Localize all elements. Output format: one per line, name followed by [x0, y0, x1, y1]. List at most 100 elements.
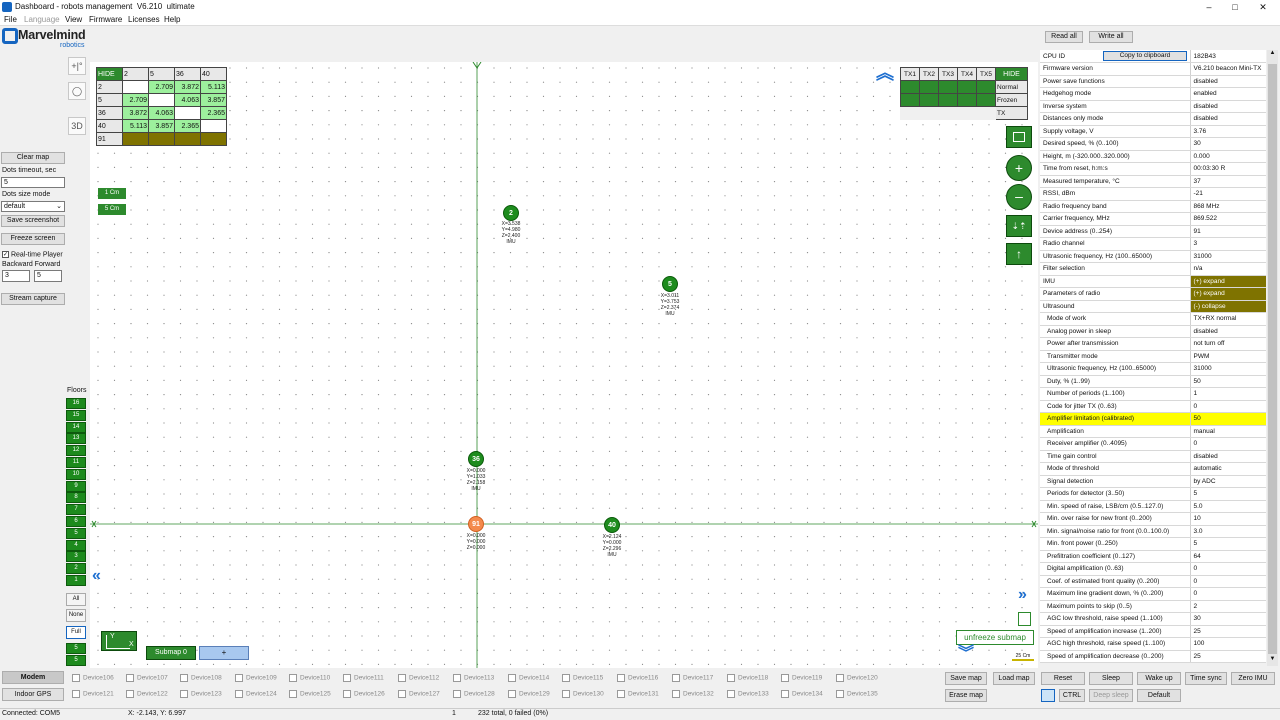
unfreeze-submap-button[interactable]: unfreeze submap: [956, 630, 1034, 645]
map-canvas[interactable]: [90, 62, 1038, 668]
modem-button[interactable]: Modem: [2, 671, 64, 684]
minimize-button[interactable]: –: [1196, 0, 1222, 14]
device-checkbox[interactable]: Device134: [781, 690, 823, 698]
tx-header-cell[interactable]: TX1: [900, 67, 920, 81]
property-value[interactable]: V6.210 beacon Mini-TX: [1189, 62, 1266, 76]
property-value[interactable]: disabled: [1189, 75, 1266, 88]
read-all-button[interactable]: Read all: [1045, 31, 1083, 43]
beacon-36[interactable]: 36: [468, 451, 484, 467]
property-value[interactable]: -21: [1189, 187, 1266, 201]
save-map-button[interactable]: Save map: [945, 672, 987, 685]
device-checkbox[interactable]: Device119: [781, 674, 822, 682]
rotate-axes-tool[interactable]: +|°: [68, 57, 86, 75]
property-value[interactable]: n/a: [1189, 262, 1266, 276]
write-all-button[interactable]: Write all: [1089, 31, 1133, 43]
property-value[interactable]: 10: [1189, 512, 1266, 526]
device-checkbox[interactable]: Device123: [180, 690, 222, 698]
tx-cell[interactable]: [938, 80, 958, 94]
device-checkbox[interactable]: Device110: [289, 674, 330, 682]
collapse-left-icon[interactable]: «: [92, 567, 101, 585]
tx-cell[interactable]: [957, 80, 977, 94]
device-checkbox[interactable]: Device131: [617, 690, 659, 698]
property-value[interactable]: 0: [1189, 562, 1266, 576]
ctrl-toggle[interactable]: [1041, 689, 1055, 702]
menu-file[interactable]: File: [4, 15, 17, 24]
property-value[interactable]: 0: [1189, 400, 1266, 413]
tx-cell[interactable]: [976, 80, 996, 94]
load-map-button[interactable]: Load map: [993, 672, 1035, 685]
property-value[interactable]: 182B43: [1189, 50, 1266, 63]
property-value[interactable]: (+) expand: [1189, 287, 1266, 301]
scale-badge-2[interactable]: 5 Cm: [98, 204, 126, 215]
beacon-91[interactable]: 91: [468, 516, 484, 532]
device-checkbox[interactable]: Device116: [617, 674, 658, 682]
property-value[interactable]: 5: [1189, 487, 1266, 501]
indoor-gps-button[interactable]: Indoor GPS: [2, 688, 64, 701]
menu-language[interactable]: Language: [24, 15, 60, 24]
menu-help[interactable]: Help: [164, 15, 180, 24]
copy-clipboard-button[interactable]: Copy to clipboard: [1103, 51, 1187, 61]
dots-size-select[interactable]: default ⌄: [1, 201, 65, 212]
property-value[interactable]: 37: [1189, 175, 1266, 188]
realtime-player-checkbox[interactable]: ✓ Real-time Player: [2, 251, 63, 258]
small-toggle[interactable]: [1018, 612, 1031, 626]
stream-capture-button[interactable]: Stream capture: [1, 293, 65, 305]
property-value[interactable]: (-) collapse: [1189, 300, 1266, 313]
property-value[interactable]: TX+RX normal: [1189, 312, 1266, 326]
menu-view[interactable]: View: [65, 15, 82, 24]
property-value[interactable]: disabled: [1189, 100, 1266, 113]
device-checkbox[interactable]: Device108: [180, 674, 222, 682]
menu-firmware[interactable]: Firmware: [89, 15, 122, 24]
circle-tool[interactable]: ◯: [68, 82, 86, 100]
device-checkbox[interactable]: Device133: [727, 690, 769, 698]
property-value[interactable]: 3.0: [1189, 525, 1266, 538]
floor-button[interactable]: 7: [66, 504, 86, 516]
device-checkbox[interactable]: Device115: [562, 674, 603, 682]
property-value[interactable]: 25: [1189, 625, 1266, 638]
floor-button[interactable]: 11: [66, 457, 86, 468]
property-value[interactable]: 64: [1189, 550, 1266, 563]
deep-sleep-button[interactable]: Deep sleep: [1089, 689, 1133, 702]
property-value[interactable]: 0.000: [1189, 150, 1266, 163]
save-screenshot-button[interactable]: Save screenshot: [1, 215, 65, 227]
property-value[interactable]: 869.522: [1189, 212, 1266, 226]
device-checkbox[interactable]: Device122: [126, 690, 168, 698]
properties-scrollbar[interactable]: ▲ ▼: [1267, 50, 1278, 666]
tx-cell[interactable]: [900, 93, 920, 107]
floor-button[interactable]: 5: [66, 527, 86, 539]
property-value[interactable]: 50: [1189, 375, 1266, 388]
tx-cell[interactable]: [957, 106, 977, 120]
device-checkbox[interactable]: Device127: [398, 690, 440, 698]
floor-current-2[interactable]: 5: [66, 655, 86, 666]
device-checkbox[interactable]: Device117: [672, 674, 713, 682]
zero-imu-button[interactable]: Zero IMU: [1231, 672, 1275, 685]
property-value[interactable]: 0: [1189, 587, 1266, 601]
collapse-right-icon[interactable]: »: [1018, 586, 1027, 604]
property-value[interactable]: 31000: [1189, 250, 1266, 263]
property-value[interactable]: 00:03:30 R: [1189, 162, 1266, 176]
device-checkbox[interactable]: Device113: [453, 674, 494, 682]
property-value[interactable]: 100: [1189, 637, 1266, 651]
floor-current-1[interactable]: 5: [66, 643, 86, 654]
property-value[interactable]: 31000: [1189, 362, 1266, 376]
floor-button[interactable]: 13: [66, 433, 86, 445]
scrollbar-thumb[interactable]: [1268, 64, 1277, 654]
collapse-down-icon[interactable]: ︾: [958, 646, 974, 662]
device-checkbox[interactable]: Device106: [72, 674, 114, 682]
property-value[interactable]: 1: [1189, 387, 1266, 401]
property-value[interactable]: by ADC: [1189, 475, 1266, 488]
erase-map-button[interactable]: Erase map: [945, 689, 987, 702]
property-value[interactable]: 30: [1189, 612, 1266, 626]
add-submap-button[interactable]: +: [199, 646, 249, 660]
tx-mode-label[interactable]: Normal: [995, 80, 1028, 94]
property-value[interactable]: 868 MHz: [1189, 200, 1266, 213]
property-value[interactable]: 3.76: [1189, 125, 1266, 138]
device-checkbox[interactable]: Device126: [343, 690, 385, 698]
property-value[interactable]: (+) expand: [1189, 275, 1266, 288]
zoom-in-button[interactable]: +: [1006, 155, 1032, 181]
tx-cell[interactable]: [938, 93, 958, 107]
fit-button[interactable]: ⇣⇡: [1006, 215, 1032, 237]
property-value[interactable]: manual: [1189, 425, 1266, 438]
device-checkbox[interactable]: Device111: [343, 674, 384, 682]
3d-tool[interactable]: 3D: [68, 117, 86, 135]
